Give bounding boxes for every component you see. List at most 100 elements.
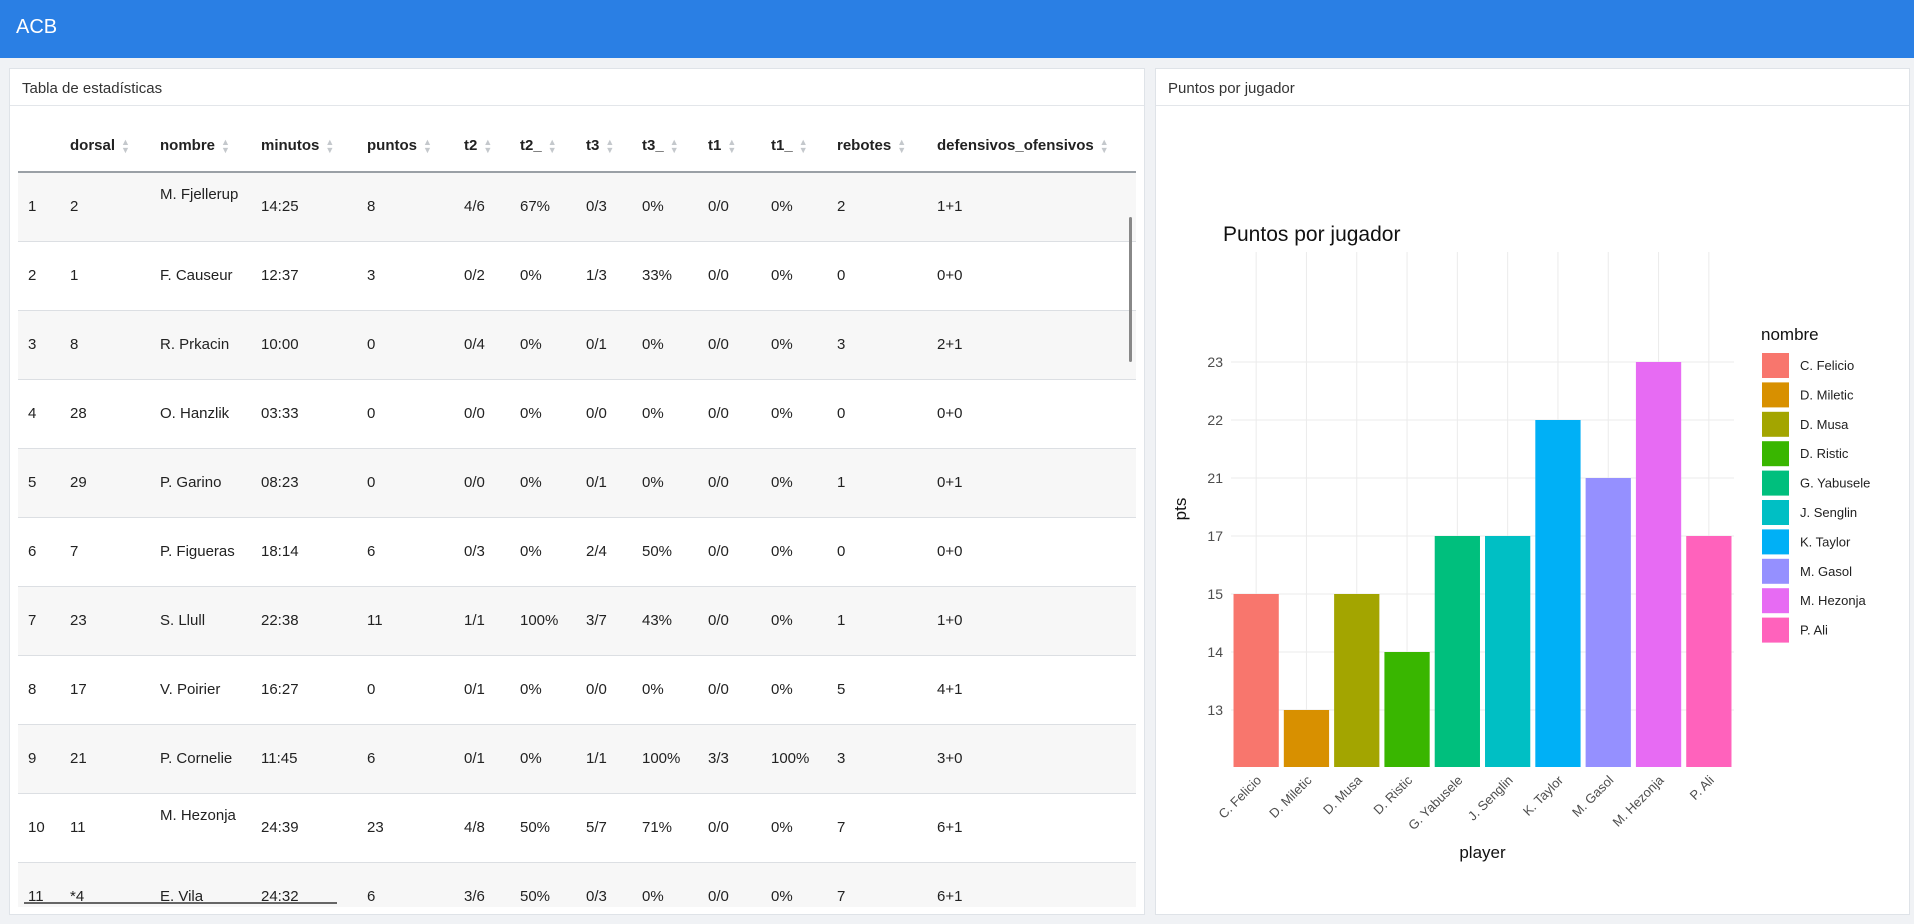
table-row[interactable]: 10 11 M. Hezonja 24:39 23 4/8 50% 5/7 71% 0/0 0% 7 6…	[18, 794, 1136, 863]
cell-t3: 1/1	[586, 750, 607, 767]
cell-index: 5	[28, 474, 37, 491]
header-col-rebotes[interactable]: rebotes ▲ ▼	[837, 137, 906, 155]
cell-nombre: V. Poirier	[160, 681, 221, 698]
table-row[interactable]: 5 29 P. Garino 08:23 0 0/0 0% 0/1 0% 0/0 0% 1 0+1	[18, 449, 1136, 518]
cell-t3: 0/1	[586, 474, 607, 491]
cell-minutos: 12:37	[261, 267, 299, 284]
table-row[interactable]: 11 *4 E. Vila 24:32 6 3/6 50% 0/3 0% 0/0 0% 7 6+1	[18, 863, 1136, 907]
sort-icon[interactable]: ▲ ▼	[605, 138, 614, 155]
sort-icon[interactable]: ▲ ▼	[1100, 138, 1109, 155]
table-row[interactable]: 4 28 O. Hanzlik 03:33 0 0/0 0% 0/0 0% 0/0 0% 0 0+0	[18, 380, 1136, 449]
header-label: t2	[464, 137, 478, 154]
cell-minutos: 03:33	[261, 405, 299, 422]
legend-label: D. Miletic	[1800, 387, 1854, 402]
table-row[interactable]: 7 23 S. Llull 22:38 11 1/1 100% 3/7 43% 0/0 0% 1 1+0	[18, 587, 1136, 656]
y-tick-label: 13	[1207, 702, 1223, 718]
cell-t3-pct: 0%	[642, 405, 664, 422]
cell-t1-pct: 0%	[771, 888, 793, 905]
header-label: rebotes	[837, 137, 892, 154]
cell-t3-pct: 0%	[642, 474, 664, 491]
x-tick-label: M. Gasol	[1569, 772, 1616, 819]
x-tick-label: D. Musa	[1320, 772, 1365, 817]
sort-icon[interactable]: ▲ ▼	[221, 138, 230, 155]
header-col-def-of[interactable]: defensivos_ofensivos ▲ ▼	[937, 137, 1109, 155]
cell-rebotes: 0	[837, 543, 846, 560]
table-header: dorsal ▲ ▼ nombre ▲ ▼ minutos ▲ ▼ puntos ▲ ▼ t2 ▲ ▼ t2_…	[18, 109, 1136, 173]
header-col-t3[interactable]: t3 ▲ ▼	[586, 137, 614, 155]
cell-t2: 0/1	[464, 750, 485, 767]
cell-index: 6	[28, 543, 37, 560]
x-tick-label: P. Ali	[1687, 772, 1717, 802]
cell-index: 7	[28, 612, 37, 629]
vertical-scrollbar[interactable]	[1129, 217, 1132, 362]
cell-t2: 0/1	[464, 681, 485, 698]
cell-t3: 5/7	[586, 819, 607, 836]
cell-def-of: 0+1	[937, 474, 963, 491]
cell-dorsal: 8	[70, 336, 79, 353]
sort-icon[interactable]: ▲ ▼	[548, 138, 557, 155]
cell-t3: 0/0	[586, 405, 607, 422]
cell-t2: 1/1	[464, 612, 485, 629]
header-col-t1-pct[interactable]: t1_ ▲ ▼	[771, 137, 808, 155]
header-label: t1_	[771, 137, 793, 154]
legend-swatch	[1762, 411, 1789, 437]
stats-table-panel: Tabla de estadísticas dorsal ▲ ▼ nombre ▲ ▼ mi…	[9, 68, 1145, 915]
header-col-nombre[interactable]: nombre ▲ ▼	[160, 137, 230, 155]
table-row[interactable]: 2 1 F. Causeur 12:37 3 0/2 0% 1/3 33% 0/0 0% 0 0+0	[18, 242, 1136, 311]
sort-icon[interactable]: ▲ ▼	[727, 138, 736, 155]
cell-dorsal: 28	[70, 405, 87, 422]
sort-icon[interactable]: ▲ ▼	[483, 138, 492, 155]
cell-def-of: 0+0	[937, 405, 963, 422]
table-row[interactable]: 8 17 V. Poirier 16:27 0 0/1 0% 0/0 0% 0/0 0% 5 4+1	[18, 656, 1136, 725]
table-row[interactable]: 9 21 P. Cornelie 11:45 6 0/1 0% 1/1 100% 3/3 100% 3…	[18, 725, 1136, 794]
header-col-puntos[interactable]: puntos ▲ ▼	[367, 137, 432, 155]
sort-icon[interactable]: ▲ ▼	[670, 138, 679, 155]
cell-puntos: 0	[367, 405, 376, 422]
stats-table: dorsal ▲ ▼ nombre ▲ ▼ minutos ▲ ▼ puntos ▲ ▼ t2 ▲ ▼ t2_…	[18, 109, 1136, 907]
cell-nombre: P. Cornelie	[160, 750, 233, 767]
cell-index: 3	[28, 336, 37, 353]
cell-index: 4	[28, 405, 37, 422]
header-col-t3-pct[interactable]: t3_ ▲ ▼	[642, 137, 679, 155]
app-header: ACB	[0, 0, 1914, 58]
sort-icon[interactable]: ▲ ▼	[423, 138, 432, 155]
cell-puntos: 0	[367, 474, 376, 491]
cell-nombre: F. Causeur	[160, 267, 233, 284]
table-row[interactable]: 3 8 R. Prkacin 10:00 0 0/4 0% 0/1 0% 0/0 0% 3 2+1	[18, 311, 1136, 380]
header-col-t2-pct[interactable]: t2_ ▲ ▼	[520, 137, 557, 155]
cell-t2: 4/6	[464, 198, 485, 215]
bar-j-senglin	[1485, 536, 1531, 767]
y-axis-label: pts	[1171, 498, 1190, 521]
legend-swatch	[1762, 500, 1789, 525]
table-row[interactable]: 1 2 M. Fjellerup 14:25 8 4/6 67% 0/3 0% 0/0 0% 2 1+1	[18, 173, 1136, 242]
header-col-t2[interactable]: t2 ▲ ▼	[464, 137, 492, 155]
header-col-minutos[interactable]: minutos ▲ ▼	[261, 137, 334, 155]
table-row[interactable]: 6 7 P. Figueras 18:14 6 0/3 0% 2/4 50% 0/0 0% 0 0+0	[18, 518, 1136, 587]
legend-label: J. Senglin	[1800, 505, 1857, 520]
header-col-dorsal[interactable]: dorsal ▲ ▼	[70, 137, 130, 155]
cell-minutos: 11:45	[261, 750, 298, 767]
cell-t2-pct: 0%	[520, 405, 542, 422]
chart-panel-title: Puntos por jugador	[1156, 69, 1909, 106]
sort-icon[interactable]: ▲ ▼	[897, 138, 906, 155]
cell-rebotes: 0	[837, 267, 846, 284]
cell-t3: 0/3	[586, 888, 607, 905]
legend-label: M. Hezonja	[1800, 593, 1867, 608]
cell-t2-pct: 0%	[520, 336, 542, 353]
cell-puntos: 11	[367, 612, 383, 629]
sort-icon[interactable]: ▲ ▼	[121, 138, 130, 155]
sort-icon[interactable]: ▲ ▼	[799, 138, 808, 155]
y-tick-label: 17	[1207, 528, 1223, 544]
cell-t2-pct: 50%	[520, 819, 551, 836]
horizontal-scrollbar[interactable]	[24, 902, 337, 904]
cell-puntos: 0	[367, 336, 376, 353]
sort-icon[interactable]: ▲ ▼	[325, 138, 334, 155]
cell-minutos: 24:39	[261, 819, 299, 836]
table-body[interactable]: 1 2 M. Fjellerup 14:25 8 4/6 67% 0/3 0% 0/0 0% 2 1+1…	[18, 173, 1136, 907]
cell-t1: 0/0	[708, 336, 729, 353]
cell-t2-pct: 67%	[520, 198, 551, 215]
bar-k-taylor	[1535, 420, 1581, 767]
app-title: ACB	[16, 16, 58, 38]
x-tick-label: G. Yabusele	[1405, 773, 1465, 833]
header-col-t1[interactable]: t1 ▲ ▼	[708, 137, 736, 155]
